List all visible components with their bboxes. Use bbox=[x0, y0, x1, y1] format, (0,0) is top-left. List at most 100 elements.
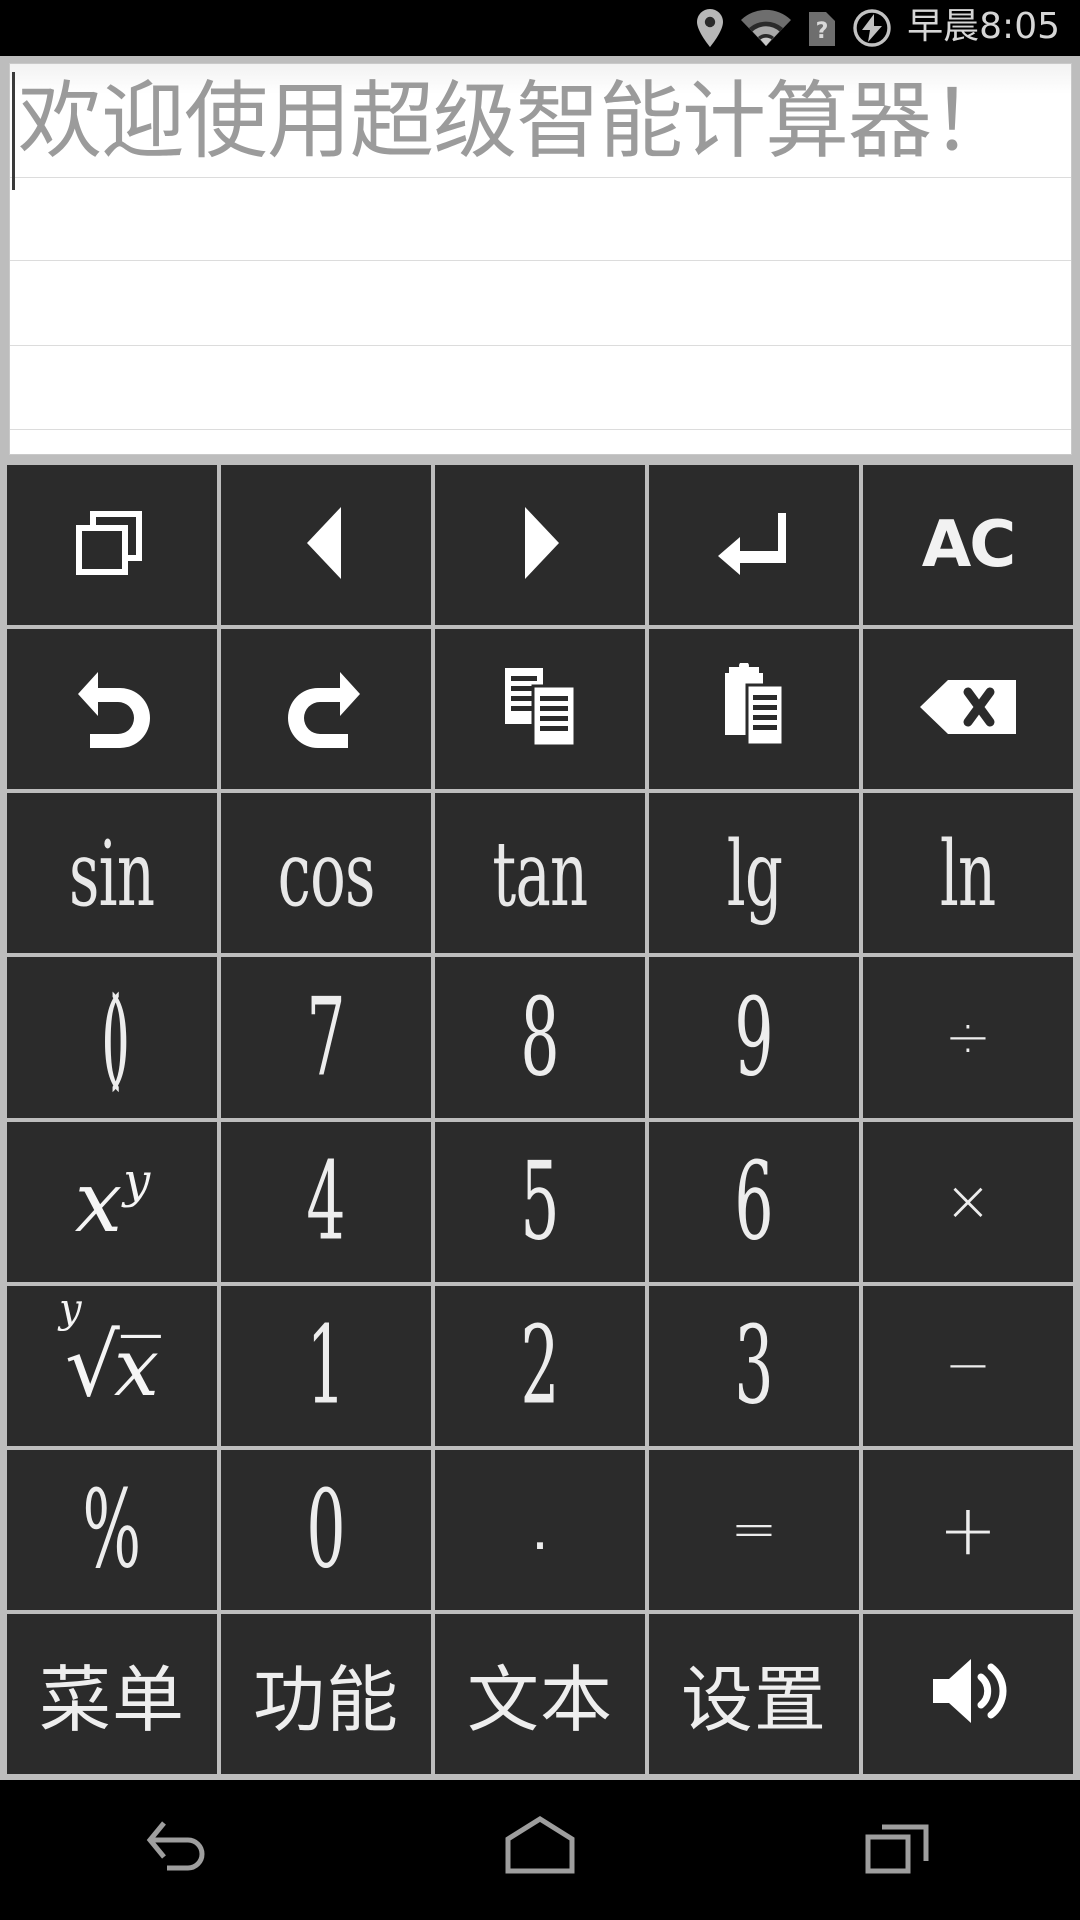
nav-back-button[interactable] bbox=[60, 1780, 300, 1920]
key-label: y √x̅ bbox=[59, 1285, 159, 1416]
digit-5-button[interactable]: 5 bbox=[435, 1121, 645, 1282]
nth-root-button[interactable]: y √x̅ bbox=[7, 1285, 217, 1446]
digit-1-button[interactable]: 1 bbox=[221, 1285, 431, 1446]
multiply-button[interactable]: × bbox=[863, 1121, 1073, 1282]
key-label: () bbox=[100, 973, 130, 1102]
digit-8-button[interactable]: 8 bbox=[435, 957, 645, 1118]
recents-icon bbox=[854, 1813, 946, 1888]
function-button[interactable]: 功能 bbox=[221, 1613, 431, 1774]
divide-button[interactable]: ÷ bbox=[863, 957, 1073, 1118]
paste-button[interactable] bbox=[649, 629, 859, 790]
undo-button[interactable] bbox=[7, 629, 217, 790]
digit-7-button[interactable]: 7 bbox=[221, 957, 431, 1118]
keypad-row: 菜单 功能 文本 设置 bbox=[7, 1613, 1073, 1774]
keypad-row bbox=[7, 629, 1073, 790]
undo-icon bbox=[68, 664, 156, 755]
minus-button[interactable]: − bbox=[863, 1285, 1073, 1446]
digit-0-button[interactable]: 0 bbox=[221, 1449, 431, 1610]
key-label: 功能 bbox=[252, 1658, 399, 1743]
key-label: 8 bbox=[520, 974, 560, 1101]
copy-icon bbox=[499, 664, 581, 755]
wifi-icon bbox=[739, 8, 793, 48]
key-label: 设置 bbox=[680, 1658, 827, 1743]
digit-4-button[interactable]: 4 bbox=[221, 1121, 431, 1282]
key-label: AC bbox=[921, 508, 1016, 583]
digit-3-button[interactable]: 3 bbox=[649, 1285, 859, 1446]
speaker-icon bbox=[923, 1651, 1013, 1736]
enter-button[interactable] bbox=[649, 465, 859, 626]
display-placeholder: 欢迎使用超级智能计算器！ bbox=[18, 72, 1015, 170]
decimal-point-button[interactable]: . bbox=[435, 1449, 645, 1610]
key-label: − bbox=[944, 1333, 992, 1399]
text-button[interactable]: 文本 bbox=[435, 1613, 645, 1774]
enter-arrow-icon bbox=[712, 505, 796, 586]
keypad-row: y √x̅ 1 2 3 − bbox=[7, 1285, 1073, 1446]
key-label: ln bbox=[940, 820, 996, 926]
key-label: 3 bbox=[734, 1302, 774, 1429]
key-label: 1 bbox=[306, 1302, 346, 1429]
key-label: 9 bbox=[734, 974, 774, 1101]
key-label: 0 bbox=[306, 1466, 346, 1593]
equals-button[interactable]: = bbox=[649, 1449, 859, 1610]
menu-button[interactable]: 菜单 bbox=[7, 1613, 217, 1774]
power-button[interactable]: xy bbox=[7, 1121, 217, 1282]
keypad-row: % 0. = + bbox=[7, 1449, 1073, 1610]
ln-button[interactable]: ln bbox=[863, 793, 1073, 954]
sin-button[interactable]: sin bbox=[7, 793, 217, 954]
windows-icon bbox=[73, 508, 151, 583]
key-label: 文本 bbox=[466, 1658, 613, 1743]
digit-6-button[interactable]: 6 bbox=[649, 1121, 859, 1282]
redo-icon bbox=[282, 664, 370, 755]
key-label: sin bbox=[69, 820, 155, 926]
keypad-row: AC bbox=[7, 465, 1073, 626]
copy-button[interactable] bbox=[435, 629, 645, 790]
charging-bolt-icon bbox=[851, 7, 893, 49]
triangle-left-icon bbox=[295, 503, 357, 588]
keypad-row: () 7 8 9 ÷ bbox=[7, 957, 1073, 1118]
key-label: tan bbox=[492, 820, 588, 926]
cos-button[interactable]: cos bbox=[221, 793, 431, 954]
key-label: cos bbox=[277, 820, 376, 926]
settings-button[interactable]: 设置 bbox=[649, 1613, 859, 1774]
triangle-right-icon bbox=[509, 503, 571, 588]
volume-button[interactable] bbox=[863, 1613, 1073, 1774]
key-label: 菜单 bbox=[38, 1658, 185, 1743]
key-label: 4 bbox=[306, 1138, 346, 1265]
digit-9-button[interactable]: 9 bbox=[649, 957, 859, 1118]
cursor-left-button[interactable] bbox=[221, 465, 431, 626]
calculator-app: ? 早晨8:05 欢迎使用超级智能计算器！ AC sin cos tan lg … bbox=[0, 0, 1080, 1920]
digit-2-button[interactable]: 2 bbox=[435, 1285, 645, 1446]
key-label: lg bbox=[726, 820, 782, 926]
lg-button[interactable]: lg bbox=[649, 793, 859, 954]
sim-unknown-icon: ? bbox=[807, 8, 837, 48]
android-navigation-bar bbox=[0, 1780, 1080, 1920]
home-icon bbox=[494, 1813, 586, 1888]
key-label: 6 bbox=[734, 1138, 774, 1265]
percent-button[interactable]: % bbox=[7, 1449, 217, 1610]
key-label: × bbox=[944, 1169, 992, 1235]
tan-button[interactable]: tan bbox=[435, 793, 645, 954]
location-pin-icon bbox=[695, 8, 725, 48]
plus-button[interactable]: + bbox=[863, 1449, 1073, 1610]
expression-input[interactable]: 欢迎使用超级智能计算器！ bbox=[9, 63, 1072, 455]
redo-button[interactable] bbox=[221, 629, 431, 790]
windows-button[interactable] bbox=[7, 465, 217, 626]
status-bar-clock: 早晨8:05 bbox=[907, 5, 1060, 47]
paste-icon bbox=[717, 660, 791, 756]
key-label: 7 bbox=[306, 974, 346, 1101]
backspace-button[interactable] bbox=[863, 629, 1073, 790]
key-label: ÷ bbox=[944, 1004, 992, 1070]
key-label: + bbox=[938, 1488, 998, 1571]
cursor-right-button[interactable] bbox=[435, 465, 645, 626]
all-clear-button[interactable]: AC bbox=[863, 465, 1073, 626]
key-label: = bbox=[730, 1497, 778, 1563]
parentheses-button[interactable]: () bbox=[7, 957, 217, 1118]
nav-recents-button[interactable] bbox=[780, 1780, 1020, 1920]
backspace-icon bbox=[916, 676, 1020, 743]
key-label: xy bbox=[74, 1152, 151, 1251]
nav-home-button[interactable] bbox=[420, 1780, 660, 1920]
display-rule bbox=[10, 260, 1071, 261]
display-rule bbox=[10, 345, 1071, 346]
display-area: 欢迎使用超级智能计算器！ bbox=[0, 56, 1080, 460]
keypad-row: xy 4 5 6 × bbox=[7, 1121, 1073, 1282]
